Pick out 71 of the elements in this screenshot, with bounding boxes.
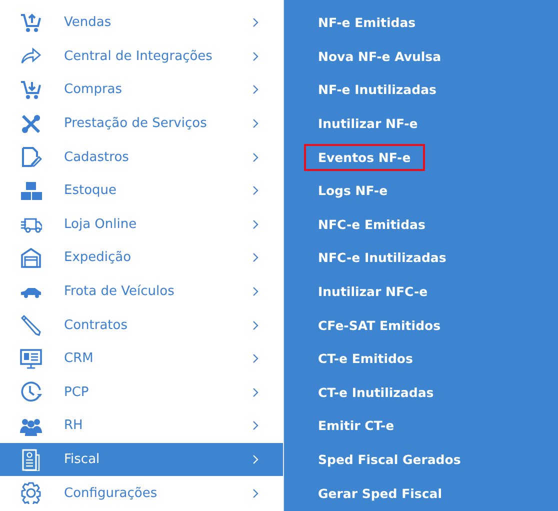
submenu-link[interactable]: Gerar Sped Fiscal: [304, 480, 456, 507]
sidebar-item[interactable]: Cadastros: [0, 140, 283, 174]
submenu-link[interactable]: CT-e Inutilizadas: [304, 378, 448, 406]
chevron-icon: [250, 488, 261, 499]
sidebar-item[interactable]: Frota de Veículos: [0, 274, 283, 308]
chevron-icon: [250, 320, 261, 331]
sidebar-item-label: Loja Online: [64, 216, 138, 232]
sidebar-item-label: Estoque: [64, 183, 118, 198]
submenu-link[interactable]: Inutilizar NF-e: [304, 110, 432, 138]
chevron-icon: [250, 50, 261, 62]
monitor-icon: [20, 348, 42, 370]
sidebar-item[interactable]: Expedição: [0, 241, 283, 275]
chevron-icon: [250, 17, 261, 28]
chevron-icon: [250, 420, 261, 432]
sidebar-item-label: Expedição: [64, 250, 132, 266]
sidebar-item-label: Fiscal: [64, 452, 101, 468]
cart-icon: [20, 78, 42, 101]
sidebar-item-label: CRM: [64, 351, 94, 366]
sidebar-item[interactable]: Central de Integrações: [0, 40, 283, 74]
chevron-icon: [250, 386, 261, 398]
chevron-icon: [250, 252, 261, 264]
sidebar-item-label: Contratos: [64, 318, 129, 333]
sidebar-item-label: Vendas: [64, 15, 112, 30]
sidebar-item-label: Compras: [64, 82, 124, 98]
sidebar-item[interactable]: Fiscal: [0, 442, 283, 476]
chevron-icon: [250, 84, 261, 96]
boxes-icon: [20, 180, 42, 202]
sidebar-item[interactable]: RH: [0, 409, 283, 443]
sidebar-item-label: Configurações: [64, 486, 158, 501]
submenu-link[interactable]: NFC-e Emitidas: [304, 210, 440, 238]
pen-icon: [20, 314, 42, 336]
sidebar-item[interactable]: Prestação de Serviços: [0, 106, 283, 140]
chevron-icon: [250, 286, 261, 298]
submenu-link[interactable]: NF-e Emitidas: [304, 9, 430, 36]
submenu-link[interactable]: Inutilizar NFC-e: [304, 278, 442, 306]
document-edit-icon: [20, 146, 42, 168]
submenu-link[interactable]: Logs NF-e: [304, 177, 402, 204]
sidebar-item-label: PCP: [64, 384, 90, 400]
receipt-icon: [20, 448, 42, 471]
chevron-icon: [250, 454, 261, 466]
sidebar-item[interactable]: Contratos: [0, 308, 283, 342]
sidebar-item[interactable]: Loja Online: [0, 208, 283, 242]
settings-icon: [20, 482, 42, 504]
chevron-icon: [250, 185, 261, 196]
sidebar-item[interactable]: Vendas: [0, 6, 283, 40]
sidebar-item[interactable]: Compras: [0, 73, 283, 107]
submenu-link[interactable]: Emitir CT-e: [304, 412, 408, 440]
submenu-link[interactable]: Sped Fiscal Gerados: [304, 446, 475, 474]
clock-icon: [20, 381, 42, 404]
submenu-link[interactable]: Nova NF-e Avulsa: [304, 42, 456, 70]
sidebar-item[interactable]: Configurações: [0, 476, 283, 510]
sidebar-item-label: RH: [64, 418, 84, 434]
submenu-link[interactable]: NF-e Inutilizadas: [304, 76, 450, 104]
sidebar-item[interactable]: PCP: [0, 376, 283, 410]
sidebar-item-label: Cadastros: [64, 150, 130, 165]
submenu-link[interactable]: CFe-SAT Emitidos: [304, 312, 455, 339]
chevron-icon: [250, 152, 261, 163]
cart-icon: [20, 12, 42, 34]
warehouse-icon: [20, 246, 42, 269]
chevron-icon: [250, 218, 261, 230]
sidebar-item-label: Central de Integrações: [64, 48, 214, 64]
chevron-icon: [250, 353, 261, 364]
submenu-link[interactable]: NFC-e Inutilizadas: [304, 244, 460, 272]
submenu-link[interactable]: Eventos NF-e: [304, 144, 425, 171]
submenu-link[interactable]: CT-e Emitidos: [304, 345, 427, 372]
sidebar-item-label: Frota de Veículos: [64, 284, 176, 300]
chevron-icon: [250, 118, 261, 130]
sidebar-item[interactable]: Estoque: [0, 174, 283, 208]
sidebar-item-label: Prestação de Serviços: [64, 116, 208, 132]
tools-icon: [20, 112, 42, 135]
sidebar-item[interactable]: CRM: [0, 342, 283, 376]
